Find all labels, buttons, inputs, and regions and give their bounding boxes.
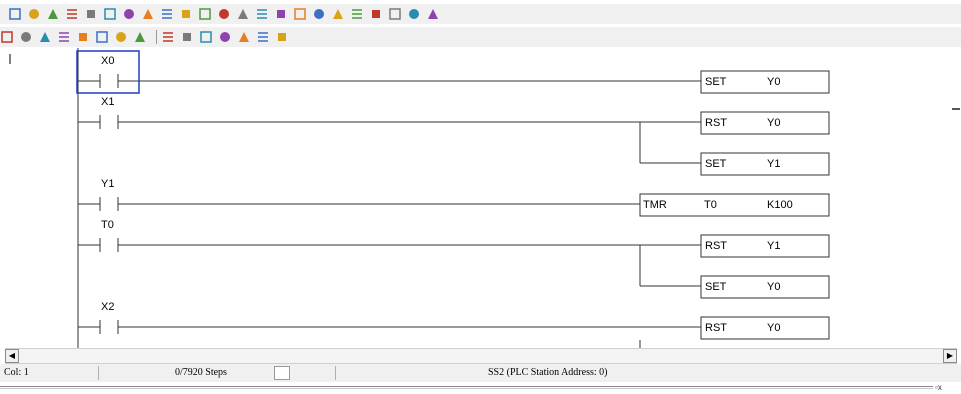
contact-nc-icon[interactable] [19, 30, 33, 44]
toolbar-separator [156, 30, 157, 44]
set-coil-icon[interactable] [95, 30, 109, 44]
timer-instruction-box[interactable] [639, 193, 830, 217]
rising-edge-icon[interactable] [38, 30, 52, 44]
coil-icon[interactable] [76, 30, 90, 44]
compile-icon[interactable] [255, 7, 269, 21]
instruction-operand: Y1 [767, 158, 780, 170]
instruction-operand: Y0 [767, 117, 780, 129]
divider [0, 388, 933, 389]
zoom-in-icon[interactable] [369, 7, 383, 21]
instruction-op: SET [705, 76, 727, 88]
instruction-op: SET [705, 281, 727, 293]
contact-label: T0 [101, 219, 114, 231]
contact-label: X2 [101, 301, 114, 313]
stop-icon[interactable] [46, 7, 60, 21]
instruction-op: SET [705, 158, 727, 170]
status-divider [98, 366, 99, 380]
hline-icon[interactable] [161, 30, 175, 44]
instruction-icon[interactable] [133, 30, 147, 44]
pencil-icon[interactable] [8, 7, 22, 21]
status-indicator-box [274, 366, 290, 380]
delete-row-icon[interactable] [237, 30, 251, 44]
align-icon[interactable] [426, 7, 440, 21]
scroll-up-marker[interactable] [952, 108, 960, 110]
delete-icon[interactable] [199, 30, 213, 44]
convert-icon[interactable] [236, 7, 250, 21]
tools-icon[interactable] [217, 7, 231, 21]
instruction-operand: K100 [767, 199, 793, 211]
monitor-icon[interactable] [179, 7, 193, 21]
main-toolbar [0, 4, 961, 24]
monitor-edit-icon[interactable] [198, 7, 212, 21]
reset-coil-icon[interactable] [114, 30, 128, 44]
instruction-op: RST [705, 240, 727, 252]
instruction-op: RST [705, 117, 727, 129]
block-icon[interactable] [256, 30, 270, 44]
instruction-op: TMR [643, 199, 667, 211]
scroll-right-button[interactable]: ▶ [943, 349, 957, 363]
ladder-editor[interactable]: X0 SET Y0 X1 RST Y0 SET Y1 Y1 TMR T0 K100 T0 RST Y1 SET… [0, 48, 961, 348]
compile-icon[interactable] [274, 7, 288, 21]
station-address: SS2 (PLC Station Address: 0) [488, 367, 608, 378]
circle-icon[interactable] [65, 7, 79, 21]
contact-label: X1 [101, 96, 114, 108]
run-icon[interactable] [141, 7, 155, 21]
document-icon[interactable] [312, 7, 326, 21]
falling-edge-icon[interactable] [57, 30, 71, 44]
document-icon[interactable] [331, 7, 345, 21]
network-icon[interactable] [407, 7, 421, 21]
image-icon[interactable] [350, 7, 364, 21]
stop-icon[interactable] [27, 7, 41, 21]
instruction-op: RST [705, 322, 727, 334]
contact-label: Y1 [101, 178, 114, 190]
contact-label: X0 [101, 55, 114, 67]
insert-icon[interactable] [218, 30, 232, 44]
instruction-operand: Y0 [767, 322, 780, 334]
status-divider [335, 366, 336, 380]
comment-icon[interactable] [275, 30, 289, 44]
window-controls-icon[interactable]: ▫x [935, 383, 942, 392]
grid-icon[interactable] [103, 7, 117, 21]
vline-icon[interactable] [180, 30, 194, 44]
compile-icon[interactable] [293, 7, 307, 21]
table-icon[interactable] [84, 7, 98, 21]
divider [0, 386, 933, 387]
instruction-operand: Y0 [767, 281, 780, 293]
ladder-diagram: X0 SET Y0 X1 RST Y0 SET Y1 Y1 TMR T0 K100 T0 RST Y1 SET… [9, 48, 830, 348]
column-indicator: Col: 1 [4, 367, 29, 378]
contact-no-icon[interactable] [0, 30, 14, 44]
instruction-operand: T0 [704, 199, 717, 211]
window-icon[interactable] [122, 7, 136, 21]
scroll-left-button[interactable]: ◀ [5, 349, 19, 363]
ladder-toolbar [0, 27, 961, 47]
status-bar: Col: 1 0/7920 Steps SS2 (PLC Station Add… [0, 364, 961, 382]
steps-indicator: 0/7920 Steps [175, 367, 227, 378]
horizontal-scrollbar[interactable]: ◀ ▶ [5, 348, 957, 364]
instruction-operand: Y0 [767, 76, 780, 88]
stop-red-icon[interactable] [160, 7, 174, 21]
zoom-out-icon[interactable] [388, 7, 402, 21]
instruction-operand: Y1 [767, 240, 780, 252]
